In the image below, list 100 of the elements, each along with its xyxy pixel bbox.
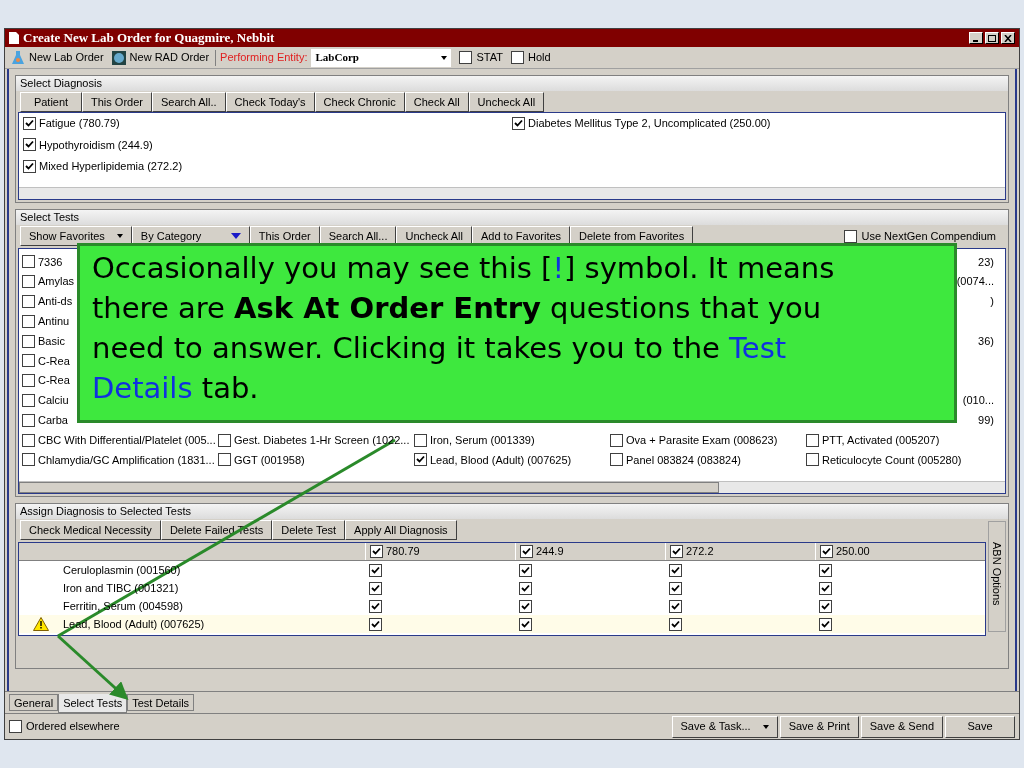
flask-icon xyxy=(11,51,25,64)
window-title: Create New Lab Order for Quagmire, Nebbit xyxy=(23,29,275,48)
checkbox[interactable] xyxy=(414,453,427,467)
checkbox[interactable] xyxy=(512,116,525,130)
checkbox[interactable] xyxy=(22,433,35,447)
horizontal-scrollbar[interactable] xyxy=(19,481,1005,493)
test-label: 36) xyxy=(978,333,994,349)
checkbox[interactable] xyxy=(669,599,682,613)
entity-dropdown[interactable]: LabCorp xyxy=(311,48,452,67)
checkbox[interactable] xyxy=(369,617,382,631)
checkbox[interactable] xyxy=(520,545,533,558)
new-rad-order-button[interactable]: New RAD Order xyxy=(109,49,212,66)
column-header[interactable]: 250.00 xyxy=(815,543,965,560)
checkbox[interactable] xyxy=(519,617,532,631)
checkbox[interactable] xyxy=(9,720,22,733)
checkbox[interactable] xyxy=(369,599,382,613)
checkbox[interactable] xyxy=(806,433,819,447)
checkbox[interactable] xyxy=(22,354,35,368)
checkbox[interactable] xyxy=(510,51,524,64)
checkbox[interactable] xyxy=(819,617,832,631)
checkbox[interactable] xyxy=(670,545,683,558)
assign-button[interactable]: Apply All Diagnosis xyxy=(345,520,457,540)
save-button[interactable]: Save & Task... xyxy=(671,715,778,738)
horizontal-scrollbar[interactable] xyxy=(19,187,1005,199)
checkbox[interactable] xyxy=(459,51,473,64)
checkbox[interactable] xyxy=(844,229,858,243)
column-header[interactable]: 272.2 xyxy=(665,543,815,560)
checkbox[interactable] xyxy=(806,453,819,467)
test-label: GGT (001958) xyxy=(234,452,305,468)
dropdown-button[interactable]: Show Favorites xyxy=(20,226,132,246)
checkbox[interactable] xyxy=(519,563,532,577)
checkbox[interactable] xyxy=(370,545,383,558)
save-button[interactable]: Save & Send xyxy=(860,715,943,738)
column-header[interactable]: 780.79 xyxy=(365,543,515,560)
checkbox[interactable] xyxy=(22,255,35,269)
checkbox[interactable] xyxy=(23,116,36,130)
test-label: Antinu xyxy=(38,314,70,330)
test-label: 7336 xyxy=(38,254,63,270)
checkbox[interactable] xyxy=(610,453,623,467)
checkbox[interactable] xyxy=(22,413,35,427)
tab[interactable]: Test Details xyxy=(127,694,195,711)
checkbox[interactable] xyxy=(519,599,532,613)
checkbox[interactable] xyxy=(218,453,231,467)
tests-button[interactable]: Uncheck All xyxy=(396,226,472,246)
checkbox[interactable] xyxy=(22,334,35,348)
checkbox[interactable] xyxy=(610,433,623,447)
panel-title: Select Tests xyxy=(16,210,1008,225)
checkbox[interactable] xyxy=(22,453,35,467)
diagnosis-button[interactable]: Check Today's xyxy=(225,92,315,112)
tab[interactable]: Select Tests xyxy=(58,694,128,713)
side-tab[interactable]: ABN Options xyxy=(988,521,1006,632)
diagnosis-button[interactable]: Check Chronic xyxy=(314,92,405,112)
test-label: 99) xyxy=(978,413,994,428)
checkbox[interactable] xyxy=(669,617,682,631)
checkbox[interactable] xyxy=(519,581,532,595)
maximize-icon[interactable] xyxy=(985,32,999,44)
checkbox[interactable] xyxy=(369,563,382,577)
checkbox[interactable] xyxy=(669,563,682,577)
tab[interactable]: General xyxy=(9,694,59,711)
checkbox[interactable] xyxy=(22,374,35,388)
close-icon[interactable] xyxy=(1001,32,1015,44)
option-label: Hold xyxy=(527,50,551,66)
checkbox[interactable] xyxy=(22,275,35,289)
minimize-icon[interactable] xyxy=(969,32,983,44)
scrollbar-thumb[interactable] xyxy=(19,482,719,493)
diagnosis-button[interactable]: Uncheck All xyxy=(468,92,545,112)
test-label: CBC With Differential/Platelet (005... xyxy=(38,432,216,448)
diagnosis-button[interactable]: This Order xyxy=(82,92,152,112)
checkbox[interactable] xyxy=(369,581,382,595)
checkbox[interactable] xyxy=(819,563,832,577)
checkbox[interactable] xyxy=(820,545,833,558)
diagnosis-button[interactable]: Patient xyxy=(20,92,82,112)
test-label: Carba xyxy=(38,413,68,428)
checkbox[interactable] xyxy=(218,433,231,447)
diagnosis-button[interactable]: Search All.. xyxy=(151,92,226,112)
save-button[interactable]: Save xyxy=(945,715,1015,738)
warning-icon[interactable] xyxy=(33,617,49,631)
checkbox[interactable] xyxy=(414,433,427,447)
test-label: Calciu xyxy=(38,393,69,409)
column-header[interactable]: 244.9 xyxy=(515,543,665,560)
checkbox[interactable] xyxy=(669,581,682,595)
test-label: Anti-ds xyxy=(38,294,73,310)
checkbox[interactable] xyxy=(22,393,35,407)
checkbox[interactable] xyxy=(23,138,36,152)
checkbox[interactable] xyxy=(22,295,35,308)
new-lab-order-button[interactable]: New Lab Order xyxy=(9,49,106,66)
test-label: Basic xyxy=(38,333,65,349)
assign-button[interactable]: Check Medical Necessity xyxy=(20,520,161,540)
checkbox[interactable] xyxy=(22,314,35,328)
diagnosis-label: Diabetes Mellitus Type 2, Uncomplicated (250.00) xyxy=(528,116,771,131)
checkbox[interactable] xyxy=(23,159,36,173)
checkbox[interactable] xyxy=(819,599,832,613)
diagnosis-button[interactable]: Check All xyxy=(404,92,469,112)
checkbox[interactable] xyxy=(819,581,832,595)
save-button[interactable]: Save & Print xyxy=(779,715,859,738)
tests-button[interactable]: Delete from Favorites xyxy=(570,226,694,246)
arrow xyxy=(57,634,129,701)
test-label: C-Rea xyxy=(38,353,70,369)
test-label: Ova + Parasite Exam (008623) xyxy=(626,432,778,448)
assign-button[interactable]: Delete Test xyxy=(272,520,346,540)
